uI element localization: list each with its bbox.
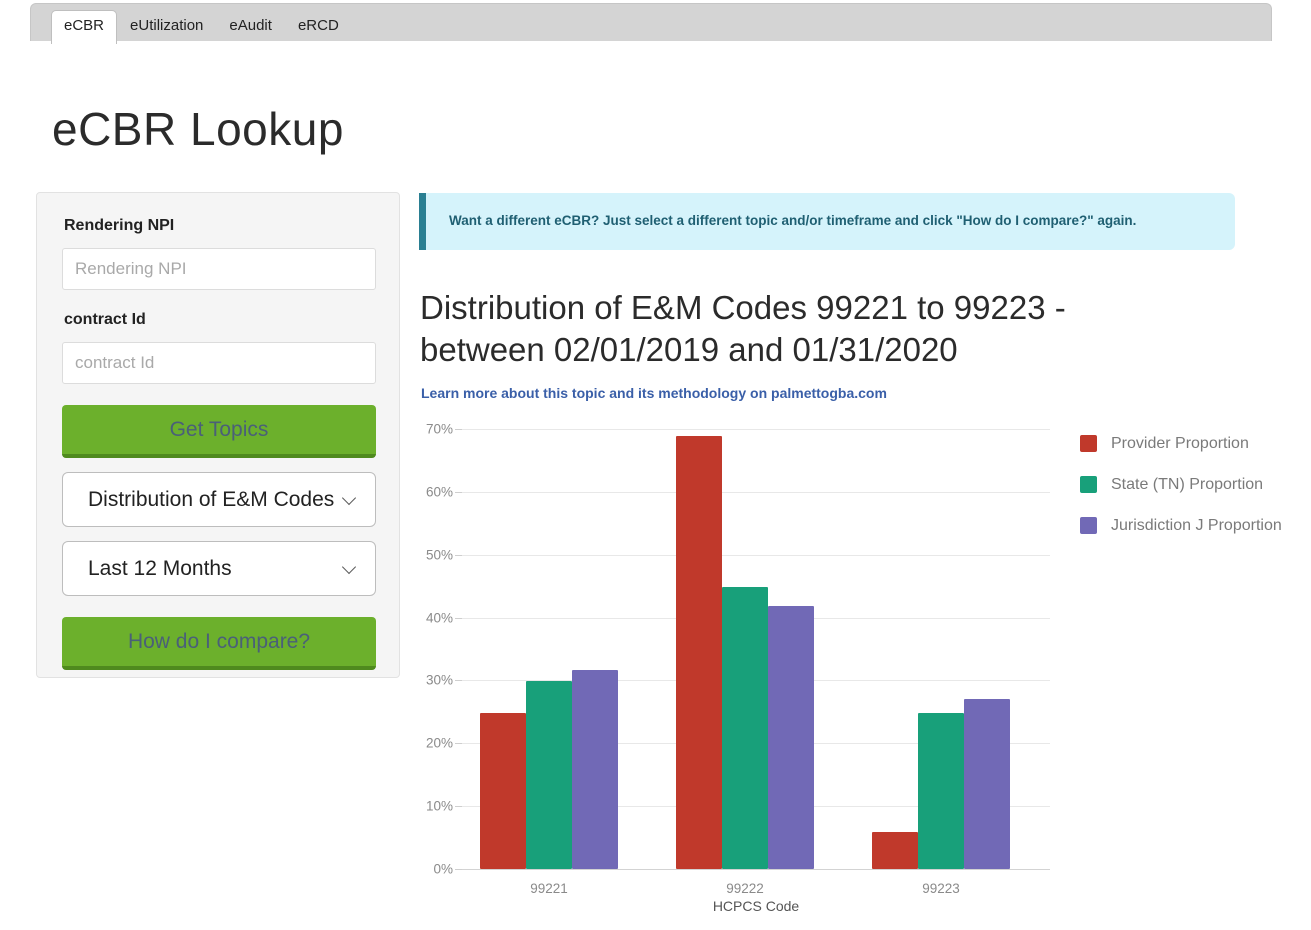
bar[interactable] (572, 669, 618, 869)
legend-item[interactable]: Provider Proportion (1080, 423, 1311, 464)
timeframe-select-value: Last 12 Months (88, 557, 232, 580)
tab-list: eCBR eUtilization eAudit eRCD (51, 10, 352, 44)
legend-swatch-icon (1080, 517, 1097, 534)
lookup-form-panel: Rendering NPI contract Id Get Topics Dis… (36, 192, 400, 678)
bars (854, 429, 1050, 869)
y-axis-tick-mark (455, 617, 462, 619)
legend-swatch-icon (1080, 476, 1097, 493)
x-axis-tick-label: 99221 (530, 881, 568, 896)
tab-ecbr[interactable]: eCBR (51, 10, 118, 44)
bar[interactable] (964, 699, 1010, 869)
bars (658, 429, 854, 869)
contract-id-label: contract Id (64, 311, 146, 328)
legend-item-label: State (TN) Proportion (1111, 475, 1264, 493)
x-axis-tick-label: 99223 (922, 881, 960, 896)
y-axis-tick-label: 10% (425, 798, 453, 814)
chevron-down-icon (343, 562, 358, 571)
legend-item[interactable]: State (TN) Proportion (1080, 464, 1311, 505)
y-axis-tick-label: 0% (433, 861, 453, 877)
legend-item-label: Jurisdiction J Proportion (1111, 516, 1282, 534)
contract-id-input[interactable] (62, 342, 376, 384)
chevron-down-icon (343, 493, 358, 502)
y-axis-tick-mark (455, 429, 462, 430)
chart-legend: Provider Proportion State (TN) Proportion… (1080, 423, 1311, 546)
y-axis-tick-label: 70% (425, 421, 453, 437)
topic-select-value: Distribution of E&M Codes 99221 to 99223 (88, 488, 339, 511)
info-banner: Want a different eCBR? Just select a dif… (419, 193, 1235, 250)
page-title: eCBR Lookup (52, 103, 344, 155)
bar-groups: 99221 99222 99223 (462, 429, 1050, 896)
bar[interactable] (526, 681, 572, 869)
x-axis-title: HCPCS Code (712, 898, 800, 914)
rendering-npi-input[interactable] (62, 248, 376, 290)
legend-swatch-icon (1080, 435, 1097, 452)
info-banner-text: Want a different eCBR? Just select a dif… (449, 213, 1137, 228)
bar[interactable] (872, 831, 918, 869)
legend-item-label: Provider Proportion (1111, 434, 1249, 452)
y-axis-tick-label: 50% (425, 547, 453, 563)
y-axis-tick-mark (455, 554, 462, 556)
bar[interactable] (918, 712, 964, 869)
plot-area: 0% 10% 20% 30% 40% 50% 60% 70% 99221 99222 99223 (426, 422, 1050, 896)
gridline (462, 869, 1050, 870)
tab-ercd[interactable]: eRCD (285, 11, 352, 43)
bar[interactable] (480, 712, 526, 869)
y-axis-tick-label: 30% (425, 672, 453, 688)
legend-item[interactable]: Jurisdiction J Proportion (1080, 505, 1311, 546)
topic-select[interactable]: Distribution of E&M Codes 99221 to 99223 (62, 472, 376, 527)
bar-group: 99221 (462, 429, 658, 896)
tab-eaudit[interactable]: eAudit (216, 11, 285, 43)
y-axis-tick-label: 40% (425, 610, 453, 626)
rendering-npi-label: Rendering NPI (64, 217, 175, 234)
bar[interactable] (768, 606, 814, 869)
chart-title: Distribution of E&M Codes 99221 to 99223… (420, 289, 1066, 368)
timeframe-select[interactable]: Last 12 Months (62, 541, 376, 596)
bar-group: 99223 (854, 429, 1050, 896)
y-axis-tick-mark (455, 806, 462, 808)
x-axis-tick-label: 99222 (726, 881, 764, 896)
y-axis-tick-mark (455, 491, 462, 493)
get-topics-button[interactable]: Get Topics (62, 405, 376, 458)
bar[interactable] (722, 587, 768, 869)
y-axis-tick-label: 20% (425, 735, 453, 751)
tab-eutilization[interactable]: eUtilization (117, 11, 216, 43)
y-axis-tick-mark (455, 869, 462, 870)
bar-group: 99222 (658, 429, 854, 896)
bar-chart: 0% 10% 20% 30% 40% 50% 60% 70% 99221 99222 99223 … (420, 415, 1290, 915)
tab-bar: eCBR eUtilization eAudit eRCD (30, 3, 1272, 44)
y-axis-tick-mark (455, 743, 462, 745)
bar[interactable] (676, 435, 722, 869)
y-axis-tick-mark (455, 680, 462, 682)
bars (462, 429, 658, 869)
methodology-link[interactable]: Learn more about this topic and its meth… (421, 385, 887, 401)
y-axis-tick-label: 60% (425, 484, 453, 500)
how-do-i-compare-button[interactable]: How do I compare? (62, 617, 376, 670)
